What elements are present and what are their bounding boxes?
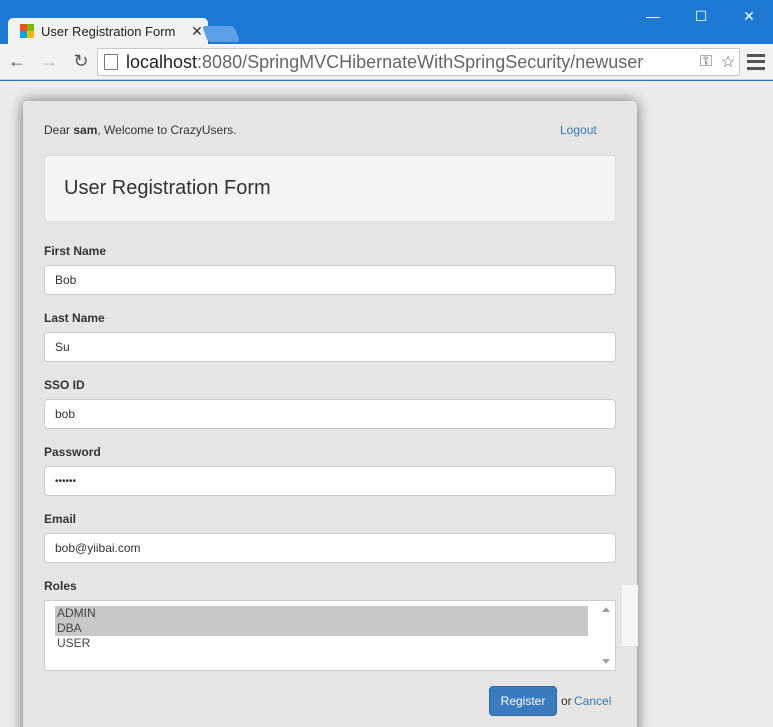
bookmark-star-icon[interactable]: ☆: [717, 52, 739, 72]
browser-menu-icon[interactable]: [747, 52, 765, 72]
roles-label: Roles: [44, 579, 77, 593]
windows-logo-icon: [20, 24, 34, 38]
role-option-admin[interactable]: ADMIN: [55, 606, 588, 621]
first-name-input[interactable]: Bob: [44, 265, 616, 295]
last-name-input[interactable]: Su: [44, 332, 616, 362]
cancel-link[interactable]: Cancel: [574, 694, 611, 708]
browser-toolbar: ← → ↻ localhost:8080/SpringMVCHibernateW…: [0, 44, 773, 80]
role-option-dba[interactable]: DBA: [55, 621, 588, 636]
window-controls: — ☐ ✕: [629, 0, 773, 32]
last-name-label: Last Name: [44, 311, 105, 325]
url-host: localhost: [126, 51, 198, 72]
maximize-button[interactable]: ☐: [677, 0, 725, 32]
tab-title: User Registration Form: [41, 23, 176, 39]
logout-link[interactable]: Logout: [560, 123, 597, 137]
form-header: User Registration Form: [44, 155, 616, 222]
close-window-button[interactable]: ✕: [725, 0, 773, 32]
page-title: User Registration Form: [64, 177, 271, 199]
greeting-suffix: , Welcome to CrazyUsers.: [97, 123, 237, 137]
url-text[interactable]: localhost:8080/SpringMVCHibernateWithSpr…: [126, 52, 695, 73]
key-icon[interactable]: ⚿: [695, 53, 717, 71]
reload-button[interactable]: ↻: [66, 47, 96, 77]
greeting-prefix: Dear: [44, 123, 74, 137]
forward-button[interactable]: →: [34, 47, 64, 77]
scroll-up-icon[interactable]: [602, 607, 610, 612]
address-bar[interactable]: localhost:8080/SpringMVCHibernateWithSpr…: [97, 48, 740, 76]
email-label: Email: [44, 512, 77, 526]
page-icon: [104, 54, 118, 70]
username: sam: [73, 123, 98, 137]
minimize-button[interactable]: —: [629, 0, 677, 32]
password-input[interactable]: ••••••: [44, 466, 616, 496]
email-input[interactable]: bob@yiibai.com: [44, 533, 616, 563]
sso-id-input[interactable]: bob: [44, 399, 616, 429]
first-name-label: First Name: [44, 244, 107, 258]
sso-id-label: SSO ID: [44, 378, 85, 392]
page-scroll-stub: [622, 585, 638, 646]
password-label: Password: [44, 445, 101, 459]
browser-tab[interactable]: User Registration Form ✕: [8, 18, 208, 44]
new-tab-button[interactable]: [202, 26, 240, 42]
registration-panel: Dear sam, Welcome to CrazyUsers. Logout …: [23, 101, 637, 727]
role-option-user[interactable]: USER: [55, 636, 588, 651]
roles-multiselect[interactable]: ADMIN DBA USER: [44, 600, 616, 671]
url-path: :8080/SpringMVCHibernateWithSpringSecuri…: [197, 51, 644, 72]
page-content: Dear sam, Welcome to CrazyUsers. Logout …: [0, 81, 773, 727]
back-button[interactable]: ←: [2, 47, 32, 77]
or-text: or: [561, 694, 572, 708]
register-button[interactable]: Register: [489, 686, 557, 716]
roles-scrollbar[interactable]: [598, 601, 615, 670]
welcome-text: Dear sam, Welcome to CrazyUsers.: [44, 123, 237, 137]
scroll-down-icon[interactable]: [602, 659, 610, 664]
